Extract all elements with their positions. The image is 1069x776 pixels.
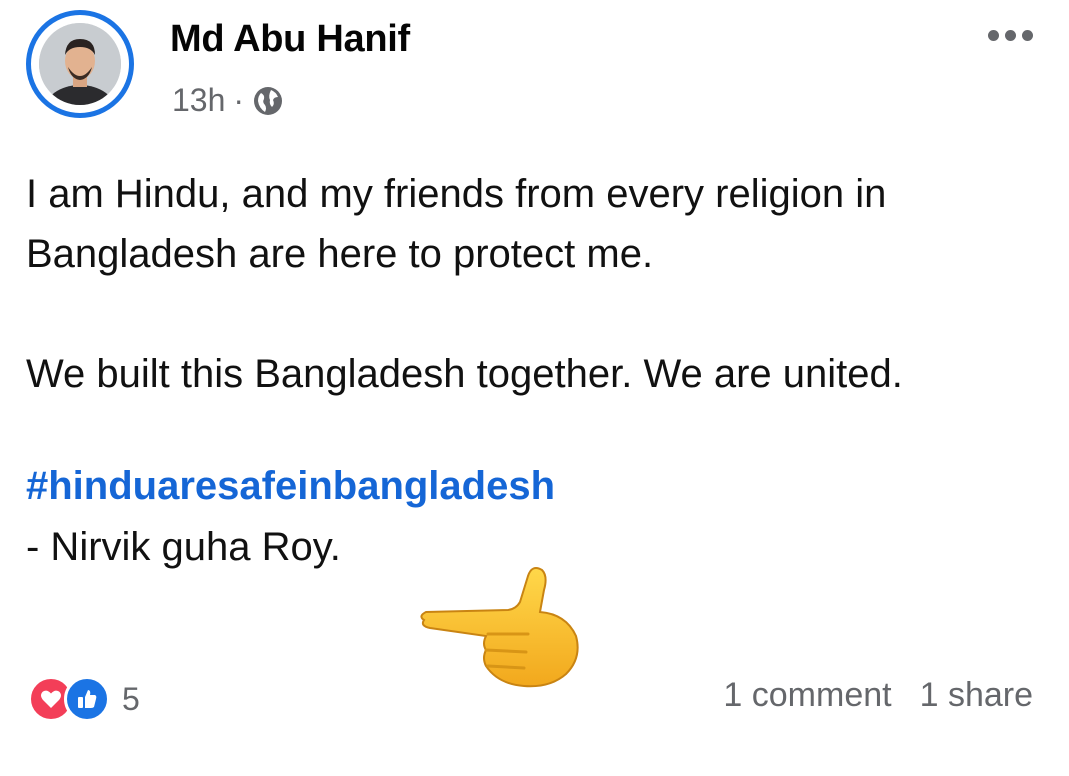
globe-icon	[254, 86, 283, 115]
more-dot	[988, 30, 999, 41]
reaction-count: 5	[122, 680, 140, 717]
hashtag-link[interactable]: #hinduaresafeinbangladesh	[26, 456, 555, 516]
profile-photo	[39, 23, 121, 105]
more-dot	[1005, 30, 1016, 41]
shares-count-link[interactable]: 1 share	[920, 676, 1033, 715]
reactions-summary[interactable]: 5	[28, 676, 140, 722]
post-paragraph: I am Hindu, and my friends from every re…	[26, 172, 887, 276]
like-reaction-icon	[64, 676, 110, 722]
engagement-links: 1 comment 1 share	[723, 676, 1033, 715]
more-dot	[1022, 30, 1033, 41]
comments-count-link[interactable]: 1 comment	[723, 676, 891, 715]
backhand-index-pointing-left-icon	[420, 567, 579, 688]
post-text: I am Hindu, and my friends from every re…	[26, 164, 1036, 578]
post-time[interactable]: 13h	[172, 82, 225, 119]
more-options-button[interactable]	[982, 24, 1039, 47]
avatar[interactable]	[26, 10, 134, 118]
author-name[interactable]: Md Abu Hanif	[170, 18, 410, 61]
facebook-post: Md Abu Hanif 13h · I am Hindu, and my fr…	[0, 0, 1069, 776]
meta-separator: ·	[233, 82, 245, 118]
post-meta: 13h ·	[172, 82, 284, 119]
post-paragraph: We built this Bangladesh together. We ar…	[26, 352, 903, 396]
person-photo-icon	[39, 23, 121, 105]
